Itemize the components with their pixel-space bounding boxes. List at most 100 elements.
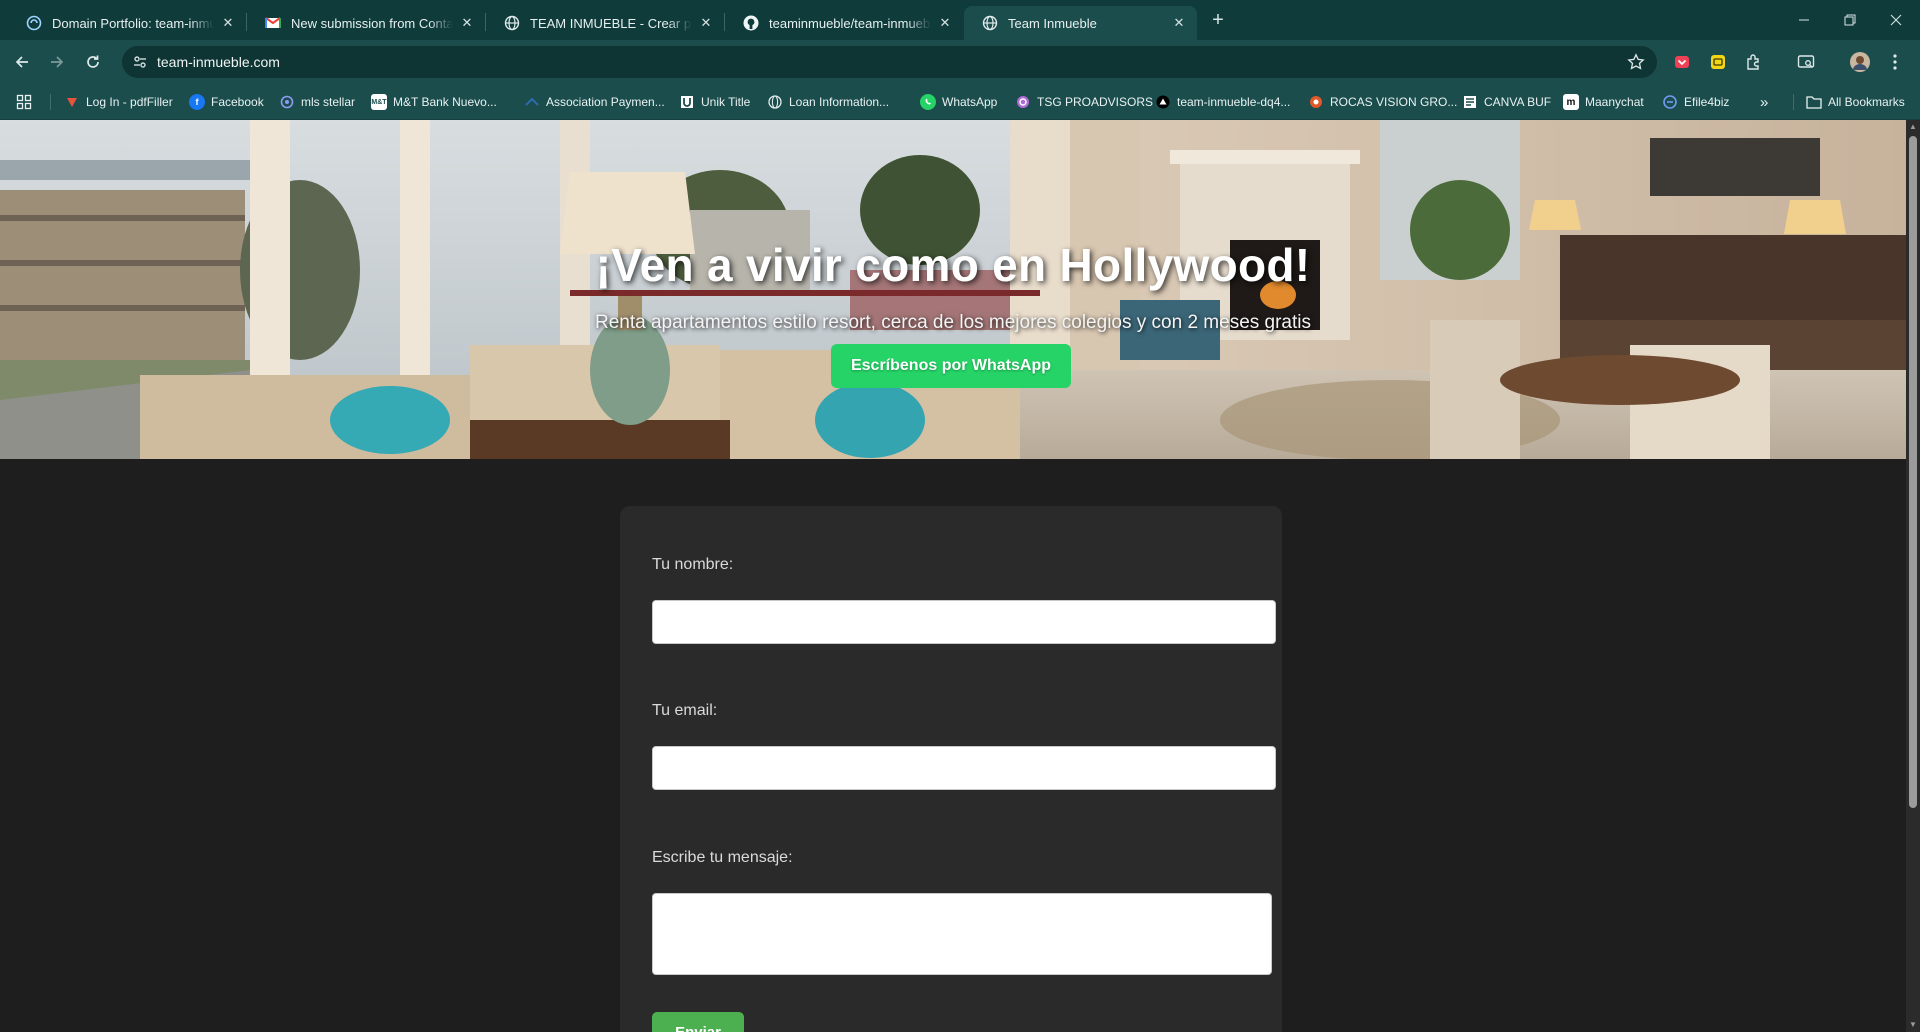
bookmark-loan-information[interactable]: Loan Information...: [767, 92, 889, 112]
close-icon[interactable]: ✕: [937, 15, 953, 31]
email-field[interactable]: [652, 746, 1276, 790]
hero-banner: ¡Ven a vivir como en Hollywood! Renta ap…: [0, 120, 1906, 459]
restore-icon[interactable]: [1827, 0, 1873, 40]
bookmark-association-payments[interactable]: Association Paymen...: [524, 92, 665, 112]
whatsapp-icon: [920, 94, 936, 110]
hero-title: ¡Ven a vivir como en Hollywood!: [595, 239, 1311, 291]
hero-subtitle: Renta apartamentos estilo resort, cerca …: [595, 312, 1311, 333]
bookmark-label: Efile4biz: [1684, 95, 1730, 109]
contact-form: Tu nombre: Tu email: Escribe tu mensaje:…: [620, 506, 1282, 1032]
message-label: Escribe tu mensaje:: [652, 849, 793, 866]
minimize-icon[interactable]: [1781, 0, 1827, 40]
bookmark-mt-bank[interactable]: M&T M&T Bank Nuevo...: [371, 92, 497, 112]
bookmark-label: Log In - pdfFiller: [86, 95, 173, 109]
bookmark-label: WhatsApp: [942, 95, 998, 109]
canva-buf-icon: [1462, 94, 1478, 110]
bookmark-unik-title[interactable]: Unik Title: [679, 92, 750, 112]
close-icon[interactable]: ✕: [459, 15, 475, 31]
bookmark-canva-buf[interactable]: CANVA BUF: [1462, 92, 1551, 112]
unik-title-icon: [679, 94, 695, 110]
tab-search-icon[interactable]: [1796, 52, 1816, 72]
address-bar[interactable]: team-inmueble.com: [122, 46, 1657, 78]
browser-toolbar: team-inmueble.com: [0, 40, 1920, 84]
bookmark-pdffiller[interactable]: Log In - pdfFiller: [64, 92, 173, 112]
all-bookmarks-folder[interactable]: All Bookmarks: [1806, 92, 1905, 112]
apps-grid-icon[interactable]: [16, 92, 32, 112]
email-label: Tu email:: [652, 702, 718, 719]
bookmark-whatsapp[interactable]: WhatsApp: [920, 92, 997, 112]
bookmark-label: team-inmueble-dq4...: [1177, 95, 1291, 109]
tab-title: teaminmueble/team-inmueble: [769, 15, 931, 31]
bookmarks-divider: [50, 94, 51, 110]
tab-github[interactable]: teaminmueble/team-inmueble ✕: [725, 6, 963, 40]
extensions-puzzle-icon[interactable]: [1744, 52, 1764, 72]
page-scrollbar[interactable]: ▲ ▼: [1906, 120, 1920, 1032]
close-icon[interactable]: ✕: [1171, 15, 1187, 31]
tab-gmail[interactable]: New submission from Contacto ✕: [247, 6, 485, 40]
submit-button[interactable]: Enviar: [652, 1012, 744, 1032]
browser-tab-strip: Domain Portfolio: team-inmueble.com ✕ Ne…: [0, 0, 1920, 40]
association-icon: [524, 94, 540, 110]
reload-icon[interactable]: [79, 48, 107, 76]
yellow-extension-icon[interactable]: [1708, 52, 1728, 72]
tsg-icon: [1015, 94, 1031, 110]
more-bookmarks-chevron[interactable]: »: [1760, 92, 1768, 112]
efile4biz-icon: [1662, 94, 1678, 110]
globe-icon: [767, 94, 783, 110]
forward-arrow-icon[interactable]: [43, 48, 71, 76]
tab-title: TEAM INMUEBLE - Crear página: [530, 15, 692, 31]
close-icon[interactable]: ✕: [698, 15, 714, 31]
bookmark-label: Loan Information...: [789, 95, 890, 109]
bookmark-label: Facebook: [211, 95, 264, 109]
tab-title: New submission from Contacto: [291, 15, 453, 31]
bookmark-label: mls stellar: [301, 95, 356, 109]
rocas-vision-icon: [1308, 94, 1324, 110]
tab-title: Domain Portfolio: team-inmueble.com: [52, 15, 214, 31]
globe-icon: [982, 15, 998, 31]
pocket-extension-icon[interactable]: [1672, 52, 1692, 72]
bookmarks-bar: Log In - pdfFiller f Facebook mls stella…: [0, 84, 1920, 120]
bookmark-label: TSG PROADVISORS: [1037, 95, 1154, 109]
new-tab-button[interactable]: +: [1205, 8, 1231, 34]
site-info-icon[interactable]: [132, 54, 148, 70]
bookmark-mls-stellar[interactable]: mls stellar: [279, 92, 355, 112]
bookmarks-divider: [1793, 94, 1794, 110]
tab-team-inmueble-crear[interactable]: TEAM INMUEBLE - Crear página ✕: [486, 6, 724, 40]
menu-kebab-icon[interactable]: [1885, 52, 1905, 72]
folder-icon: [1806, 94, 1822, 110]
github-icon: [743, 15, 759, 31]
webflow-icon: [26, 15, 42, 31]
bookmark-star-icon[interactable]: [1627, 53, 1645, 71]
message-textarea[interactable]: [652, 893, 1272, 975]
scrollbar-thumb[interactable]: [1909, 136, 1917, 808]
back-arrow-icon[interactable]: [8, 48, 36, 76]
gmail-icon: [265, 15, 281, 31]
bookmark-team-inmueble-vercel[interactable]: team-inmueble-dq4...: [1155, 92, 1290, 112]
bookmark-efile4biz[interactable]: Efile4biz: [1662, 92, 1729, 112]
globe-icon: [504, 15, 520, 31]
vercel-icon: [1155, 94, 1171, 110]
name-field[interactable]: [652, 600, 1276, 644]
maanychat-icon: m: [1563, 94, 1579, 110]
tab-title: Team Inmueble: [1008, 15, 1097, 31]
tab-team-inmueble-active[interactable]: Team Inmueble ✕: [964, 6, 1197, 40]
scroll-down-arrow-icon[interactable]: ▼: [1908, 1020, 1918, 1030]
tab-domain-portfolio[interactable]: Domain Portfolio: team-inmueble.com ✕: [8, 6, 246, 40]
bookmark-label: Maanychat: [1585, 95, 1644, 109]
mls-stellar-icon: [279, 94, 295, 110]
bookmark-maanychat[interactable]: m Maanychat: [1563, 92, 1644, 112]
whatsapp-cta-button[interactable]: Escríbenos por WhatsApp: [831, 344, 1071, 388]
bookmark-label: All Bookmarks: [1828, 95, 1905, 109]
pdffiller-icon: [64, 94, 80, 110]
bookmark-tsg-proadvisors[interactable]: TSG PROADVISORS: [1015, 92, 1153, 112]
profile-avatar[interactable]: [1850, 52, 1870, 72]
bookmark-label: CANVA BUF: [1484, 95, 1552, 109]
bookmark-facebook[interactable]: f Facebook: [189, 92, 264, 112]
close-icon[interactable]: ✕: [220, 15, 236, 31]
page-viewport: ¡Ven a vivir como en Hollywood! Renta ap…: [0, 120, 1906, 1032]
scroll-up-arrow-icon[interactable]: ▲: [1908, 122, 1918, 132]
url-text: team-inmueble.com: [157, 54, 280, 70]
bookmark-rocas-vision[interactable]: ROCAS VISION GRO...: [1308, 92, 1457, 112]
close-window-icon[interactable]: [1873, 0, 1919, 40]
bookmark-label: Unik Title: [701, 95, 751, 109]
